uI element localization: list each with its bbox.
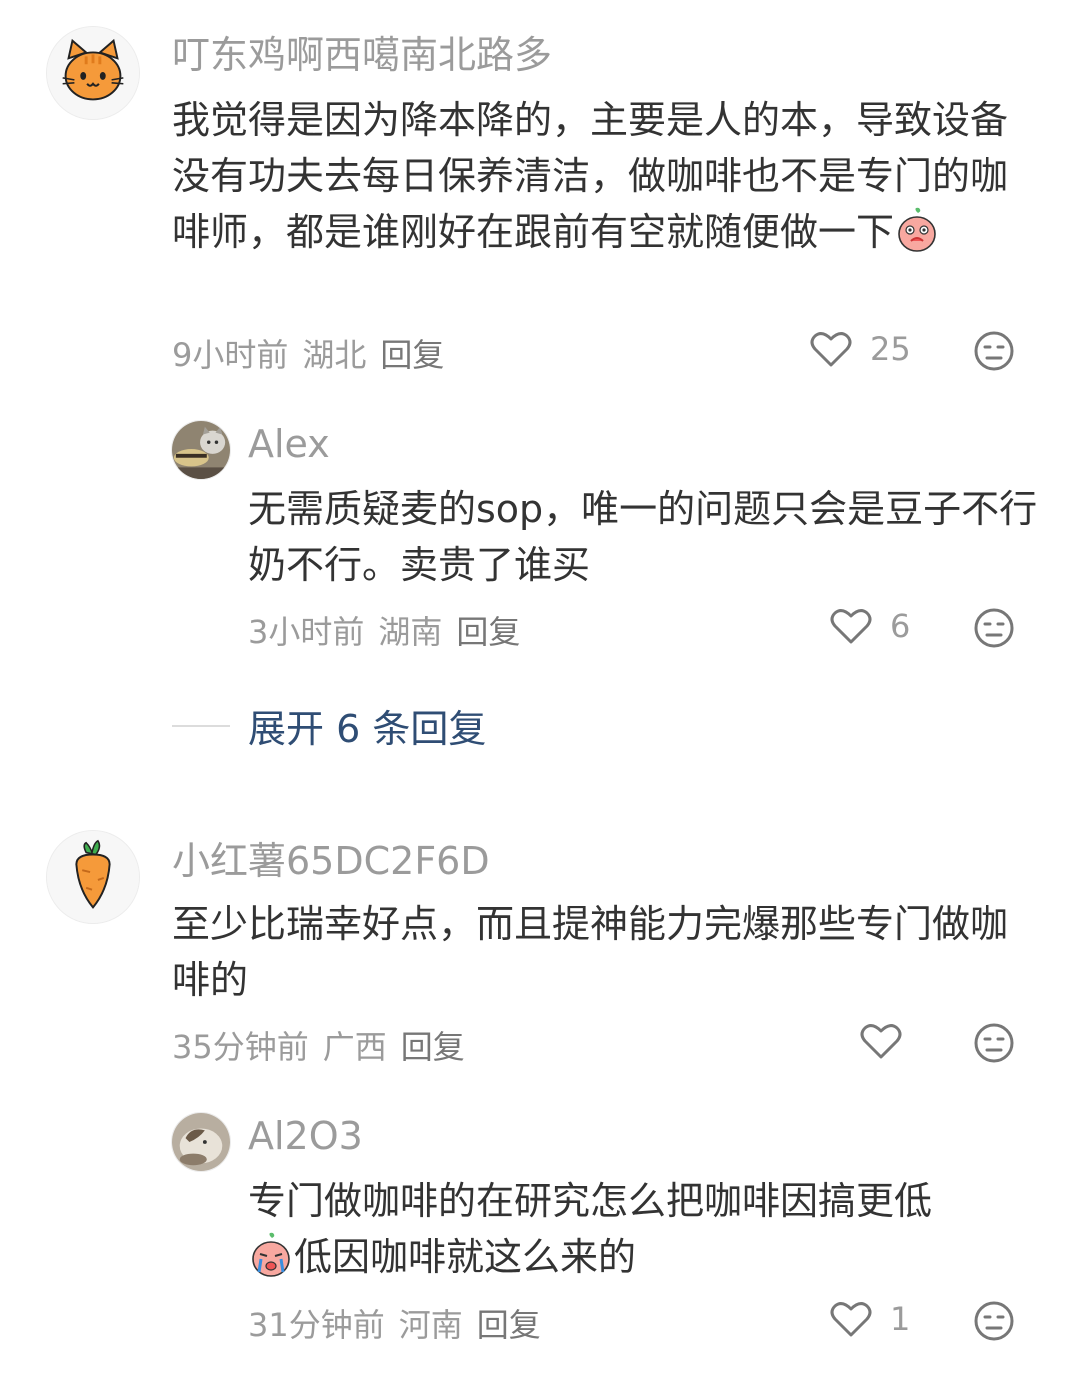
cat-photo-avatar-icon[interactable] — [171, 420, 231, 480]
dislike-face-icon[interactable] — [973, 1022, 1015, 1064]
dislike-face-icon[interactable] — [973, 330, 1015, 372]
comment-meta: 9小时前 湖北 回复 — [172, 330, 458, 376]
reply-text: 专门做咖啡的在研究怎么把咖啡因搞更低 低因咖啡就这么来的 — [248, 1173, 1038, 1285]
reply-button[interactable]: 回复 — [456, 613, 520, 651]
reply-text-line1: 专门做咖啡的在研究怎么把咖啡因搞更低 — [248, 1179, 933, 1223]
like-button[interactable] — [860, 1022, 920, 1060]
like-count: 1 — [890, 1300, 911, 1338]
reply-text: 无需质疑麦的sop，唯一的问题只会是豆子不行 奶不行。卖贵了谁买 — [248, 487, 1038, 587]
like-button[interactable]: 25 — [810, 330, 911, 368]
reply-location: 河南 — [398, 1306, 463, 1344]
comment-username[interactable]: 小红薯65DC2F6D — [172, 830, 490, 885]
comment-username[interactable]: 叮东鸡啊西噶南北路多 — [172, 24, 552, 79]
comment-location: 湖北 — [302, 336, 367, 374]
comment-text-content: 我觉得是因为降本降的，主要是人的本，导致设备没有功夫去每日保养清洁，做咖啡也不是… — [172, 98, 1009, 254]
heart-icon — [860, 1024, 902, 1059]
expand-replies[interactable]: 展开 6 条回复 — [172, 698, 486, 753]
like-count: 25 — [870, 330, 911, 368]
dislike-face-icon[interactable] — [973, 1300, 1015, 1342]
reply-text-content: 低因咖啡就这么来的 — [294, 1235, 637, 1279]
comment-text: 我觉得是因为降本降的，主要是人的本，导致设备没有功夫去每日保养清洁，做咖啡也不是… — [172, 92, 1022, 260]
comment-time: 9小时前 — [172, 336, 289, 374]
comment-location: 广西 — [322, 1028, 387, 1066]
reply-meta: 31分钟前 河南 回复 — [248, 1300, 555, 1346]
like-button[interactable]: 1 — [830, 1300, 910, 1338]
cat-photo-avatar-icon[interactable] — [171, 1112, 231, 1172]
reply-time: 3小时前 — [248, 613, 365, 651]
like-count: 6 — [890, 607, 911, 645]
reply-text-line2: 低因咖啡就这么来的 — [248, 1229, 1038, 1285]
heart-icon — [810, 332, 852, 367]
reply-username[interactable]: Alex — [248, 422, 330, 466]
heart-icon — [830, 609, 872, 644]
reply-location: 湖南 — [378, 613, 443, 651]
reply-button[interactable]: 回复 — [401, 1028, 465, 1066]
reply-button[interactable]: 回复 — [380, 336, 444, 374]
like-button[interactable]: 6 — [830, 607, 910, 645]
heart-icon — [830, 1302, 872, 1337]
reply-meta: 3小时前 湖南 回复 — [248, 607, 534, 653]
reply-button[interactable]: 回复 — [477, 1306, 541, 1344]
peach-face-emoji-icon — [894, 207, 940, 253]
comment-meta: 35分钟前 广西 回复 — [172, 1022, 479, 1068]
orange-cat-avatar-icon[interactable] — [46, 26, 140, 120]
carrot-avatar-icon[interactable] — [46, 830, 140, 924]
expand-divider — [172, 724, 230, 727]
reply-username[interactable]: Al2O3 — [248, 1114, 363, 1158]
comment-text: 至少比瑞幸好点，而且提神能力完爆那些专门做咖啡的 — [172, 902, 1009, 1002]
peach-crying-emoji-icon — [248, 1232, 294, 1278]
comment-time: 35分钟前 — [172, 1028, 309, 1066]
expand-replies-label[interactable]: 展开 6 条回复 — [248, 698, 486, 753]
reply-time: 31分钟前 — [248, 1306, 385, 1344]
dislike-face-icon[interactable] — [973, 607, 1015, 649]
